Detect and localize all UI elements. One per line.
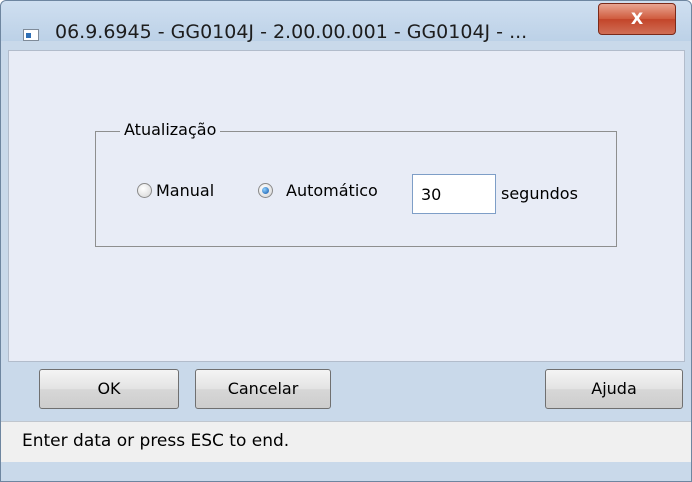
window-bottom-border	[1, 462, 691, 481]
dialog-client-area: Atualização	[8, 50, 685, 362]
close-button[interactable]: X	[598, 3, 676, 35]
dialog-window: 06.9.6945 - GG0104J - 2.00.00.001 - GG01…	[0, 0, 692, 482]
title-bar: 06.9.6945 - GG0104J - 2.00.00.001 - GG01…	[1, 1, 691, 43]
help-button[interactable]: Ajuda	[545, 369, 683, 409]
status-text: Enter data or press ESC to end.	[22, 431, 290, 451]
app-icon	[23, 29, 39, 41]
manual-radio[interactable]	[137, 183, 152, 198]
interval-input[interactable]	[412, 174, 496, 214]
ok-button[interactable]: OK	[39, 369, 179, 409]
manual-radio-label[interactable]: Manual	[156, 181, 214, 200]
close-icon: X	[630, 9, 644, 28]
interval-unit-label: segundos	[501, 184, 578, 203]
groupbox-label: Atualização	[120, 120, 221, 139]
status-bar: Enter data or press ESC to end.	[1, 421, 691, 462]
automatic-radio-label[interactable]: Automático	[286, 181, 378, 200]
window-title: 06.9.6945 - GG0104J - 2.00.00.001 - GG01…	[55, 21, 528, 43]
automatic-radio[interactable]	[258, 183, 273, 198]
cancel-button[interactable]: Cancelar	[195, 369, 331, 409]
